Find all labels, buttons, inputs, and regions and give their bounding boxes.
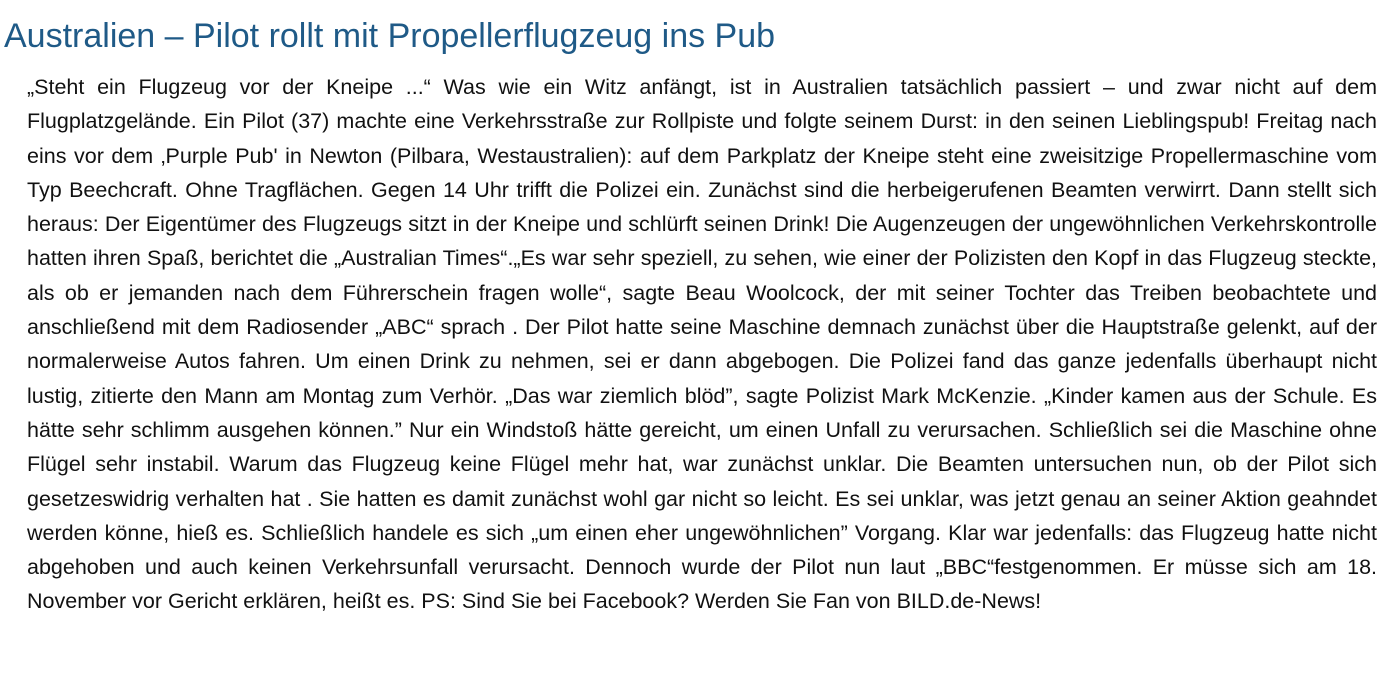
article-title: Australien – Pilot rollt mit Propellerfl…	[4, 17, 776, 55]
article-body-text: „Steht ein Flugzeug vor der Kneipe ...“ …	[27, 75, 1377, 614]
news-article: Australien – Pilot rollt mit Propellerfl…	[0, 0, 1395, 697]
